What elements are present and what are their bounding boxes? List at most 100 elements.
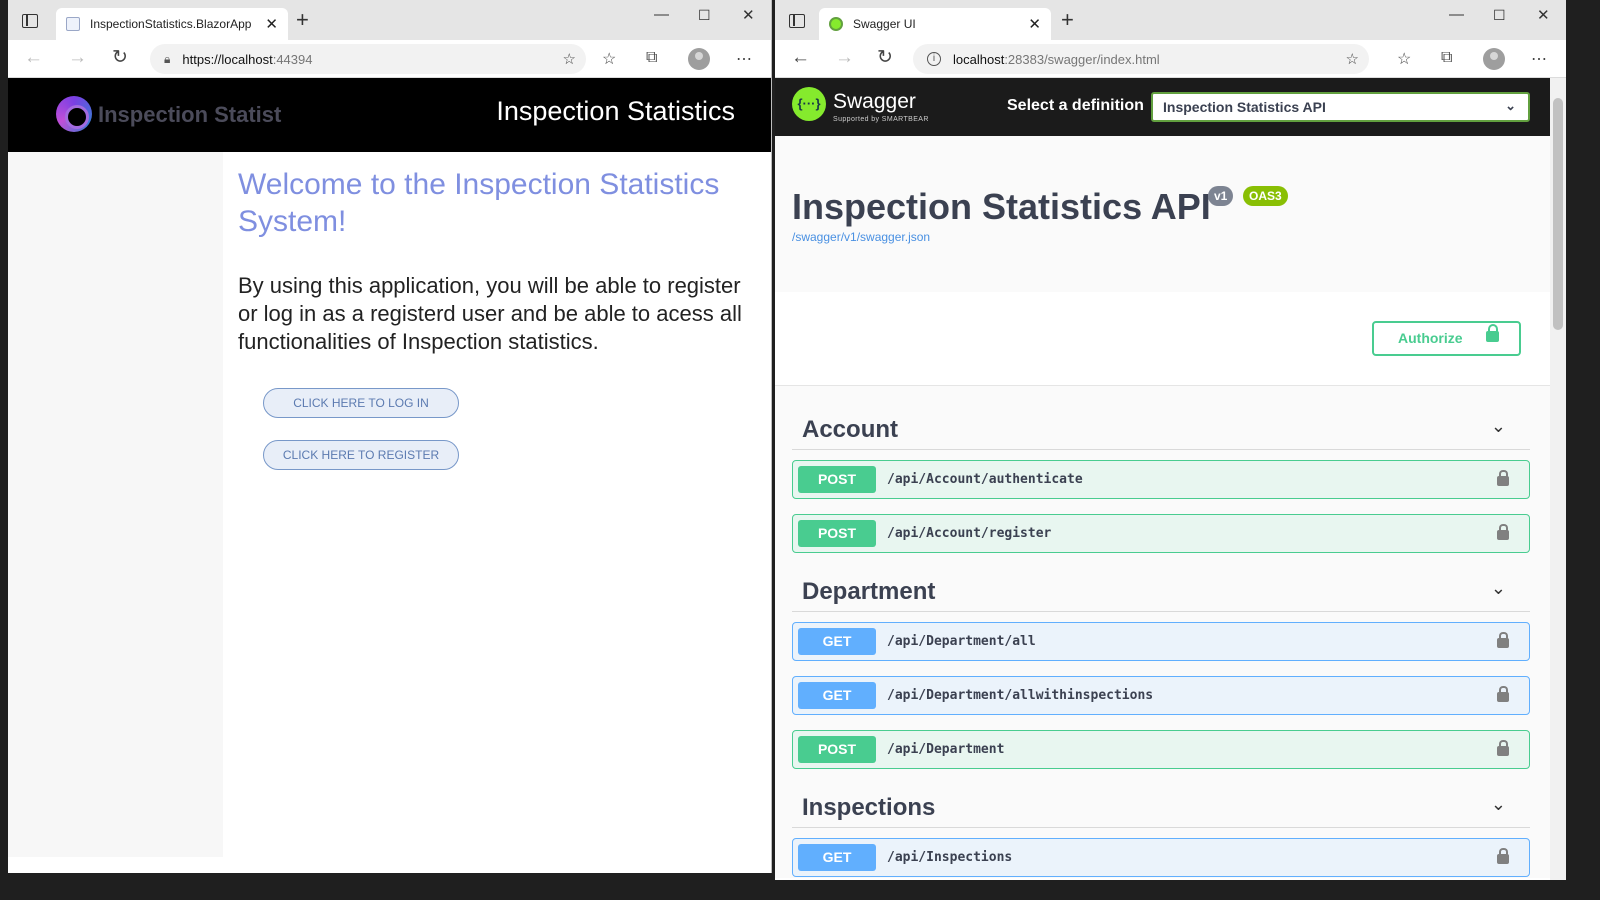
collections-icon[interactable]: ⧉ [646, 49, 657, 67]
forward-icon[interactable]: → [835, 48, 854, 68]
lock-icon[interactable] [1497, 740, 1509, 756]
method-badge: POST [798, 466, 876, 493]
maximize-icon[interactable]: ☐ [1493, 7, 1506, 24]
unlock-icon [1486, 324, 1499, 342]
favorites-icon[interactable]: ☆ [602, 49, 616, 69]
scheme-container: Authorize [775, 292, 1566, 386]
lock-icon: 🔒︎ [164, 51, 171, 66]
tab-bar: Swagger UI ✕ + — ☐ ✕ [775, 0, 1566, 40]
vertical-scrollbar[interactable] [1550, 78, 1566, 880]
tab-bar: InspectionStatistics.BlazorApp ✕ + — ☐ ✕ [8, 0, 771, 40]
tag-section-account[interactable]: Account ⌄ [792, 406, 1530, 450]
back-icon[interactable]: ← [791, 48, 810, 68]
url-host: https://localhost [182, 51, 273, 67]
swagger-brand: Swagger [833, 90, 916, 113]
back-icon[interactable]: ← [24, 48, 43, 68]
refresh-icon[interactable]: ↻ [877, 48, 893, 68]
app-header: Inspection Statist Inspection Statistics [8, 78, 771, 152]
authorize-label: Authorize [1398, 330, 1463, 346]
operations-list: Account ⌄ POST /api/Account/authenticate… [775, 386, 1566, 878]
api-info: Inspection Statistics API v1 OAS3 /swagg… [775, 136, 1566, 292]
intro-text: By using this application, you will be a… [238, 273, 742, 354]
tab-title: InspectionStatistics.BlazorApp [90, 17, 252, 31]
chevron-down-icon[interactable]: ⌄ [1491, 794, 1506, 815]
url-port: :44394 [272, 51, 313, 67]
page-icon [66, 17, 80, 31]
operation-row[interactable]: POST /api/Account/register [792, 514, 1530, 553]
address-bar[interactable]: 🔒︎ https://localhost:44394 ☆ [150, 44, 586, 74]
new-tab-icon[interactable]: + [296, 9, 309, 31]
tab-actions-icon[interactable] [789, 14, 805, 28]
scrollbar-thumb[interactable] [1553, 98, 1563, 330]
tag-section-inspections[interactable]: Inspections ⌄ [792, 784, 1530, 828]
profile-avatar[interactable] [1483, 48, 1505, 70]
swagger-logo-icon: {···} [792, 87, 826, 121]
authorize-button[interactable]: Authorize [1372, 321, 1521, 356]
profile-avatar[interactable] [688, 48, 710, 70]
chevron-down-icon[interactable]: ⌄ [1491, 416, 1506, 437]
more-icon[interactable]: ⋯ [736, 49, 752, 69]
browser-window-right: Swagger UI ✕ + — ☐ ✕ ← → ↻ i localhost:2… [775, 0, 1566, 880]
version-badge: v1 [1208, 186, 1234, 206]
add-favorite-icon[interactable]: ☆ [563, 50, 576, 68]
chevron-down-icon: ⌄ [1505, 98, 1516, 113]
header-title: Inspection Statistics [496, 96, 735, 126]
url-path: :28383/swagger/index.html [1004, 51, 1160, 67]
method-badge: GET [798, 844, 876, 871]
login-button[interactable]: CLICK HERE TO LOG IN [263, 388, 459, 418]
lock-icon[interactable] [1497, 848, 1509, 864]
minimize-icon[interactable]: — [1449, 6, 1464, 23]
definition-select[interactable]: Inspection Statistics API ⌄ [1151, 92, 1530, 122]
browser-tab-swagger[interactable]: Swagger UI ✕ [819, 8, 1051, 40]
refresh-icon[interactable]: ↻ [112, 48, 128, 68]
tab-actions-icon[interactable] [22, 14, 38, 28]
more-icon[interactable]: ⋯ [1531, 49, 1547, 69]
new-tab-icon[interactable]: + [1061, 9, 1074, 31]
collections-icon[interactable]: ⧉ [1441, 49, 1452, 67]
close-window-icon[interactable]: ✕ [1537, 6, 1550, 24]
lock-icon[interactable] [1497, 470, 1509, 486]
operation-path: /api/Account/authenticate [887, 472, 1083, 487]
address-bar[interactable]: i localhost:28383/swagger/index.html ☆ [913, 44, 1369, 74]
operation-row[interactable]: GET /api/Department/all [792, 622, 1530, 661]
operation-path: /api/Department/allwithinspections [887, 688, 1154, 703]
method-badge: GET [798, 628, 876, 655]
definition-value: Inspection Statistics API [1163, 99, 1326, 115]
forward-icon[interactable]: → [68, 48, 87, 68]
operation-row[interactable]: POST /api/Department [792, 730, 1530, 769]
add-favorite-icon[interactable]: ☆ [1346, 50, 1359, 68]
spiral-logo-icon [56, 96, 92, 132]
welcome-heading: Welcome to the Inspection Statistics Sys… [238, 168, 720, 238]
browser-window-left: InspectionStatistics.BlazorApp ✕ + — ☐ ✕… [8, 0, 772, 873]
minimize-icon[interactable]: — [654, 6, 669, 23]
close-tab-icon[interactable]: ✕ [265, 15, 278, 33]
browser-tab-blazor[interactable]: InspectionStatistics.BlazorApp ✕ [56, 8, 288, 40]
operation-row[interactable]: POST /api/Account/authenticate [792, 460, 1530, 499]
chevron-down-icon[interactable]: ⌄ [1491, 578, 1506, 599]
tag-name: Inspections [802, 794, 936, 821]
lock-icon[interactable] [1497, 686, 1509, 702]
register-button[interactable]: CLICK HERE TO REGISTER [263, 440, 459, 470]
operation-row[interactable]: GET /api/Inspections [792, 838, 1530, 877]
operation-path: /api/Department [887, 742, 1005, 757]
close-tab-icon[interactable]: ✕ [1028, 15, 1041, 33]
tag-section-department[interactable]: Department ⌄ [792, 568, 1530, 612]
method-badge: GET [798, 682, 876, 709]
close-window-icon[interactable]: ✕ [742, 6, 755, 24]
logo-text: Inspection Statist [98, 102, 282, 127]
favorites-icon[interactable]: ☆ [1397, 49, 1411, 69]
method-badge: POST [798, 520, 876, 547]
lock-icon[interactable] [1497, 632, 1509, 648]
lock-icon[interactable] [1497, 524, 1509, 540]
sidebar [8, 152, 223, 857]
tab-title: Swagger UI [853, 17, 916, 31]
spec-link[interactable]: /swagger/v1/swagger.json [792, 230, 930, 244]
tag-name: Account [802, 416, 898, 443]
address-row: ← → ↻ 🔒︎ https://localhost:44394 ☆ ☆ ⧉ ⋯ [8, 40, 771, 78]
url-host: localhost [953, 51, 1005, 67]
tag-name: Department [802, 578, 936, 605]
maximize-icon[interactable]: ☐ [698, 7, 711, 24]
main-content: Welcome to the Inspection Statistics Sys… [238, 152, 758, 470]
operation-path: /api/Department/all [887, 634, 1036, 649]
operation-row[interactable]: GET /api/Department/allwithinspections [792, 676, 1530, 715]
